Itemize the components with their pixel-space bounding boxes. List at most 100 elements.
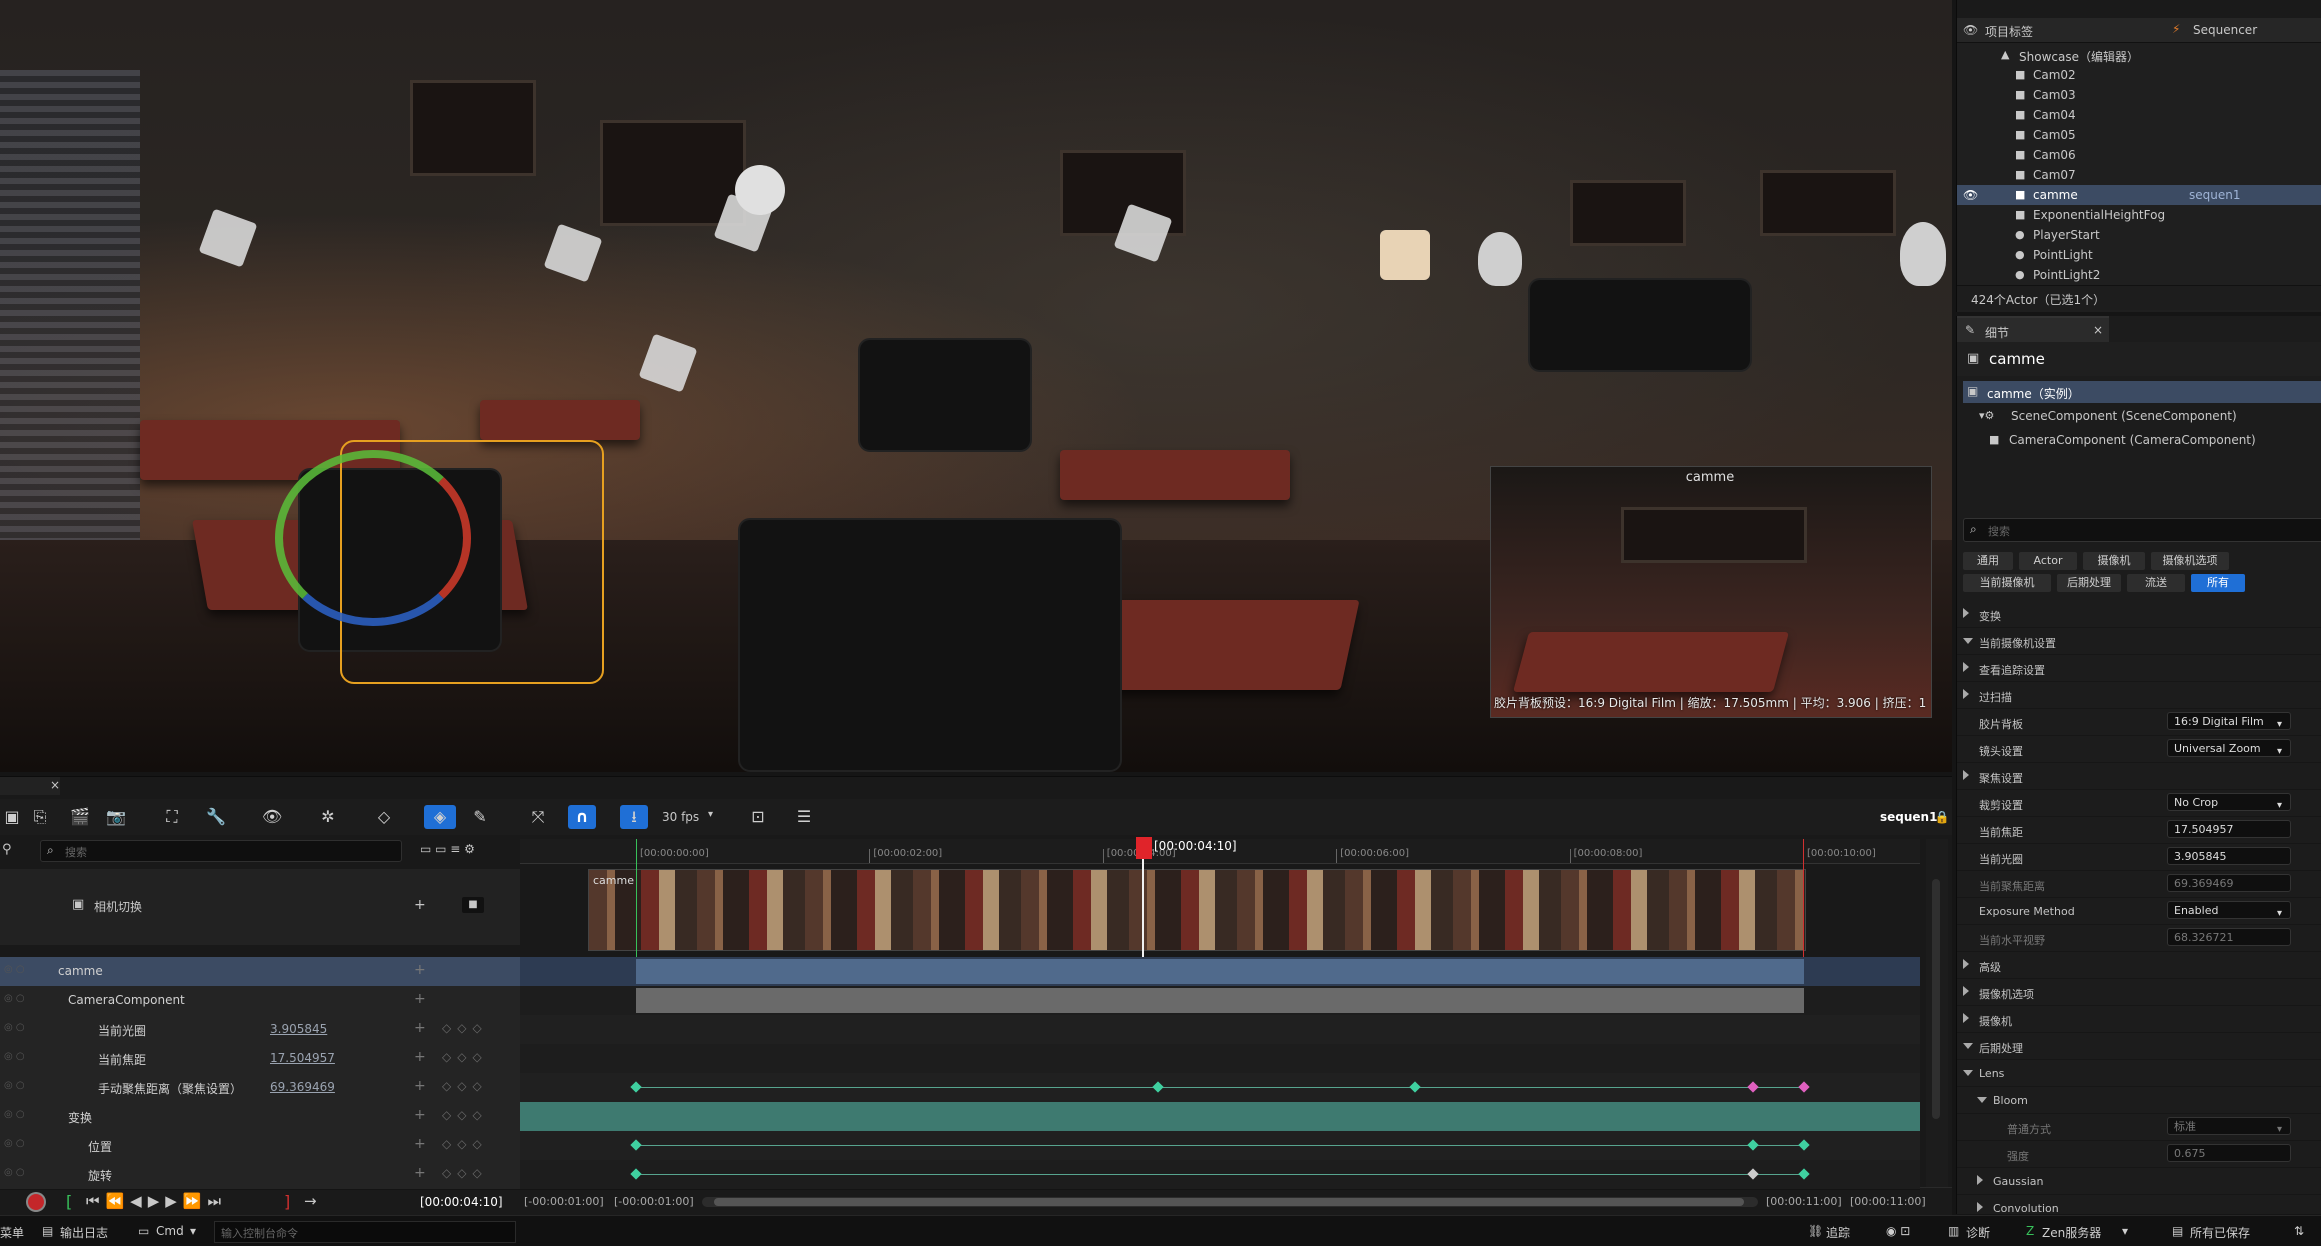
track-value[interactable]: 3.905845	[270, 1022, 327, 1036]
working-range-start[interactable]: [-00:00:01:00]	[614, 1195, 694, 1208]
property-dropdown[interactable]: 标准 ▾	[2167, 1117, 2291, 1135]
property-value-input[interactable]: 68.326721	[2167, 928, 2291, 946]
playback-controls[interactable]: ⏮⏪◀▶▶⏩⏭	[86, 1192, 227, 1210]
outliner-item[interactable]: ■ Cam06	[1957, 145, 2321, 165]
filter-chip[interactable]: 当前摄像机	[1963, 574, 2051, 592]
chevron-right-icon[interactable]	[1963, 770, 1969, 780]
track-section[interactable]	[636, 988, 1804, 1013]
fps-selector[interactable]: 30 fps	[662, 810, 699, 824]
diagnostics-button[interactable]: 诊断	[1966, 1224, 1990, 1241]
set-end-icon[interactable]: ]	[284, 1192, 290, 1211]
category-header[interactable]: 后期处理	[1957, 1033, 2321, 1060]
outliner-item[interactable]: ● PlayerStart	[1957, 225, 2321, 245]
chevron-right-icon[interactable]	[1963, 662, 1969, 672]
track-lane[interactable]	[520, 1102, 1920, 1132]
rotate-gizmo[interactable]	[275, 450, 471, 626]
lock-icon[interactable]: 🔒	[1932, 807, 1952, 827]
track-lane[interactable]	[520, 1073, 1920, 1103]
add-icon[interactable]: +	[414, 991, 426, 1007]
spotlight-icon[interactable]	[543, 223, 603, 283]
category-header[interactable]: 聚焦设置	[1957, 763, 2321, 790]
visibility-icon[interactable]: ◎ ○	[4, 1022, 25, 1033]
loop-icon[interactable]: →	[304, 1192, 317, 1210]
outliner-item[interactable]: ● PointLight	[1957, 245, 2321, 265]
visibility-icon[interactable]: ◎ ○	[4, 993, 25, 1004]
sky-light-icon[interactable]	[1380, 230, 1430, 280]
filter-chip[interactable]: 所有	[2191, 574, 2245, 592]
source-control-icon[interactable]: ⇅	[2294, 1224, 2304, 1238]
property-row[interactable]: 当前水平视野 68.326721	[1957, 925, 2321, 952]
view-range-start[interactable]: [-00:00:01:00]	[524, 1195, 604, 1208]
track-row[interactable]: ◎ ○ 当前光圈 3.905845 + ◇◇◇	[0, 1015, 520, 1045]
component-instance[interactable]: ▣ camme（实例）	[1963, 381, 2321, 403]
property-row[interactable]: 当前光圈 3.905845	[1957, 844, 2321, 871]
playback-time[interactable]: [00:00:04:10]	[420, 1195, 503, 1209]
camera-actor[interactable]	[860, 340, 1030, 450]
track-lane[interactable]	[520, 1131, 1920, 1161]
outliner-item[interactable]: ■ Cam04	[1957, 105, 2321, 125]
curve-editor-icon[interactable]: ⊡	[748, 807, 768, 827]
close-icon[interactable]: ×	[2093, 323, 2103, 337]
filter-chip[interactable]: 通用	[1963, 552, 2013, 570]
pointlight-icon[interactable]	[1900, 222, 1946, 286]
chevron-down-icon[interactable]: ▾	[190, 1224, 196, 1238]
outliner-item[interactable]: ● PointLight2	[1957, 265, 2321, 285]
chevron-down-icon[interactable]	[1963, 1070, 1973, 1076]
save-icon[interactable]: ▣	[2, 807, 22, 827]
track-row[interactable]: ◎ ○ 当前焦距 17.504957 + ◇◇◇	[0, 1044, 520, 1074]
chevron-down-icon[interactable]	[1977, 1097, 1987, 1103]
outliner-item[interactable]: ▲ Showcase（编辑器）	[1957, 45, 2321, 65]
scroll-thumb[interactable]	[714, 1198, 1744, 1206]
track-row[interactable]: ◎ ○ CameraComponent +	[0, 986, 520, 1016]
track-row[interactable]: ◎ ○ camme +	[0, 957, 520, 987]
add-icon[interactable]: +	[414, 897, 426, 913]
key-nav-icon[interactable]: ◇◇◇	[442, 1166, 488, 1180]
track-lane[interactable]	[520, 1044, 1920, 1074]
property-dropdown[interactable]: 16:9 Digital Film ▾	[2167, 712, 2291, 730]
key-nav-icon[interactable]: ◇◇◇	[442, 1021, 488, 1035]
column-type[interactable]: Sequencer	[2193, 23, 2257, 37]
add-icon[interactable]: +	[414, 1078, 426, 1094]
track-row[interactable]: ◎ ○ 位置 + ◇◇◇	[0, 1131, 520, 1161]
category-header[interactable]: Gaussian	[1957, 1168, 2321, 1195]
visibility-icon[interactable]: ◎ ○	[4, 1051, 25, 1062]
menu-button[interactable]: 菜单	[0, 1224, 24, 1241]
set-start-icon[interactable]: [	[66, 1192, 72, 1211]
filter-chip[interactable]: 摄像机	[2083, 552, 2145, 570]
vertical-scrollbar[interactable]	[1926, 839, 1948, 1189]
level-viewport[interactable]: camme 胶片背板预设：16:9 Digital Film | 缩放：17.5…	[0, 0, 1952, 772]
property-value-input[interactable]: 3.905845	[2167, 847, 2291, 865]
visibility-icon[interactable]: ◎ ○	[4, 964, 25, 975]
horizontal-scrollbar[interactable]	[702, 1197, 1758, 1207]
browse-icon[interactable]: ⎘	[30, 807, 50, 827]
search-input[interactable]: ⌕ 搜索	[1963, 518, 2321, 542]
property-value-input[interactable]: 69.369469	[2167, 874, 2291, 892]
playback-icon[interactable]: ✲	[318, 807, 338, 827]
key-nav-icon[interactable]: ◇◇◇	[442, 1108, 488, 1122]
camera-actor[interactable]	[740, 520, 1120, 770]
category-header[interactable]: 摄像机	[1957, 1006, 2321, 1033]
property-dropdown[interactable]: No Crop ▾	[2167, 793, 2291, 811]
key-nav-icon[interactable]: ◇◇◇	[442, 1079, 488, 1093]
track-filter-icon[interactable]: ☰	[794, 807, 814, 827]
chevron-right-icon[interactable]	[1977, 1202, 1983, 1212]
outliner-item[interactable]: ■ Cam05	[1957, 125, 2321, 145]
autokey-icon[interactable]: ◈	[424, 805, 456, 829]
key-nav-icon[interactable]: ◇◇◇	[442, 1137, 488, 1151]
key-icon[interactable]: ◇	[374, 807, 394, 827]
sequencer-tab[interactable]: ×	[0, 777, 60, 795]
record-trace-icon[interactable]: ◉ ⊡	[1886, 1224, 1910, 1238]
scroll-thumb[interactable]	[1932, 879, 1940, 1119]
category-header[interactable]: Lens	[1957, 1060, 2321, 1087]
outliner-item[interactable]: ■ Cam07	[1957, 165, 2321, 185]
property-row[interactable]: 强度 0.675	[1957, 1141, 2321, 1168]
camera-actor[interactable]	[1530, 280, 1750, 370]
property-value-input[interactable]: 0.675	[2167, 1144, 2291, 1162]
category-header[interactable]: 当前摄像机设置	[1957, 628, 2321, 655]
view-icon[interactable]: 👁	[262, 807, 282, 827]
property-row[interactable]: 当前聚焦距离 69.369469	[1957, 871, 2321, 898]
view-range-end[interactable]: [00:00:11:00]	[1850, 1195, 1926, 1208]
spotlight-icon[interactable]	[638, 333, 698, 393]
add-icon[interactable]: +	[414, 1107, 426, 1123]
camera-cut-track[interactable]: ▣ 相机切换 + ■	[0, 869, 520, 945]
